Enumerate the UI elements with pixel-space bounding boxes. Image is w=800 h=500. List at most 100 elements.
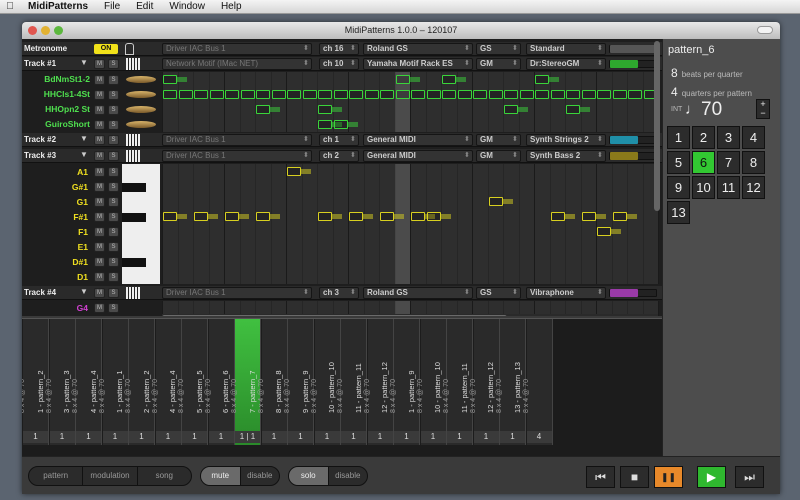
mute-button[interactable]: M: [94, 197, 105, 207]
pattern-slot-count[interactable]: 1 | 1: [235, 431, 260, 443]
note[interactable]: [442, 90, 456, 99]
tempo-stepper[interactable]: + −: [756, 99, 770, 119]
note[interactable]: [581, 212, 596, 221]
note[interactable]: [535, 90, 549, 99]
pattern-slot-count[interactable]: 1: [473, 431, 499, 443]
note[interactable]: [488, 90, 503, 99]
note[interactable]: [411, 212, 425, 221]
note[interactable]: [318, 212, 332, 221]
mute-disable-button[interactable]: disable: [241, 467, 280, 485]
menu-file[interactable]: File: [96, 1, 128, 12]
pattern-slot[interactable]: 13 - pattern_13 8 x 4 @ 70 4: [513, 319, 553, 445]
pause-button[interactable]: ❚❚: [654, 466, 683, 488]
solo-button[interactable]: S: [108, 257, 119, 267]
quarters-per-pattern[interactable]: 4 quarters per pattern: [671, 85, 752, 99]
menu-help[interactable]: Help: [213, 1, 250, 12]
note[interactable]: [333, 120, 348, 129]
mode-modulation-button[interactable]: modulation: [83, 467, 138, 485]
solo-button[interactable]: S: [108, 272, 119, 282]
drum-lane-label[interactable]: BdNmSt1-2: [24, 74, 92, 84]
drum-lane-label[interactable]: HHOpn2 St: [24, 104, 92, 114]
metronome-toggle[interactable]: ON: [94, 44, 118, 54]
solo-button[interactable]: S: [108, 182, 119, 192]
select-driver[interactable]: Network Motif (IMac NET): [162, 58, 312, 70]
pattern-slot-count[interactable]: 1: [76, 431, 101, 443]
note[interactable]: [287, 167, 301, 176]
note[interactable]: [550, 212, 565, 221]
note[interactable]: [426, 90, 441, 99]
pattern-button-13[interactable]: 13: [667, 201, 690, 224]
pattern-name[interactable]: pattern_6: [668, 44, 714, 56]
mute-button[interactable]: mute: [201, 467, 241, 485]
select-program[interactable]: Synth Bass 2: [526, 150, 606, 162]
select-driver[interactable]: Driver IAC Bus 1: [162, 287, 312, 299]
note[interactable]: [178, 90, 193, 99]
note[interactable]: [597, 227, 611, 236]
solo-button[interactable]: S: [108, 167, 119, 177]
select-driver[interactable]: Driver IAC Bus 1: [162, 43, 312, 55]
solo-button[interactable]: S: [108, 303, 119, 313]
expand-chevron-icon[interactable]: ▼: [80, 287, 88, 296]
pattern-slot-count[interactable]: 1: [129, 431, 154, 443]
note[interactable]: [163, 212, 177, 221]
note[interactable]: [426, 212, 441, 221]
mute-button[interactable]: M: [94, 288, 105, 298]
note[interactable]: [473, 90, 487, 99]
pattern-slot-count[interactable]: 1: [288, 431, 313, 443]
drum-lane-label[interactable]: HHCls1-4St: [24, 89, 92, 99]
pattern-button-11[interactable]: 11: [717, 176, 740, 199]
note[interactable]: [194, 90, 208, 99]
solo-button[interactable]: S: [108, 105, 119, 115]
mute-button[interactable]: M: [94, 90, 105, 100]
expand-chevron-icon[interactable]: ▼: [80, 150, 88, 159]
solo-button[interactable]: S: [108, 242, 119, 252]
note[interactable]: [504, 90, 518, 99]
pattern-slot-count[interactable]: 1: [261, 431, 287, 443]
solo-button[interactable]: S: [108, 288, 119, 298]
pattern-button-4[interactable]: 4: [742, 126, 765, 149]
pattern-button-2[interactable]: 2: [692, 126, 715, 149]
close-window-icon[interactable]: [28, 26, 37, 35]
note[interactable]: [597, 90, 611, 99]
expand-chevron-icon[interactable]: ▼: [80, 58, 88, 67]
pattern-button-3[interactable]: 3: [717, 126, 740, 149]
pattern-button-10[interactable]: 10: [692, 176, 715, 199]
mute-button[interactable]: M: [94, 135, 105, 145]
note[interactable]: [442, 75, 456, 84]
mute-button[interactable]: M: [94, 75, 105, 85]
mute-button[interactable]: M: [94, 257, 105, 267]
note[interactable]: [240, 90, 255, 99]
mute-button[interactable]: M: [94, 242, 105, 252]
menu-app[interactable]: MidiPatterns: [20, 1, 96, 12]
horizontal-scrollbar[interactable]: [162, 314, 658, 316]
vertical-scrollbar[interactable]: [654, 41, 660, 211]
note[interactable]: [488, 197, 503, 206]
solo-button[interactable]: S: [108, 59, 119, 69]
note-grid[interactable]: [162, 164, 659, 284]
mode-song-button[interactable]: song: [138, 467, 191, 485]
note-grid[interactable]: [162, 72, 659, 132]
note[interactable]: [364, 90, 379, 99]
note[interactable]: [566, 90, 580, 99]
pattern-slot-count[interactable]: 1: [500, 431, 525, 443]
note[interactable]: [411, 90, 425, 99]
tempo-value[interactable]: 70: [701, 99, 722, 121]
pattern-slot-count[interactable]: 1: [314, 431, 340, 443]
solo-button[interactable]: S: [108, 120, 119, 130]
note[interactable]: [163, 75, 177, 84]
select-device[interactable]: Yamaha Motif Rack ES: [363, 58, 473, 70]
note[interactable]: [302, 90, 317, 99]
pattern-slot-count[interactable]: 1: [182, 431, 207, 443]
play-button[interactable]: ▶: [697, 466, 726, 488]
scrollbar-thumb[interactable]: [162, 315, 507, 316]
mute-button[interactable]: M: [94, 59, 105, 69]
pattern-button-9[interactable]: 9: [667, 176, 690, 199]
note[interactable]: [225, 212, 239, 221]
note[interactable]: [581, 90, 596, 99]
select-device[interactable]: Roland GS: [363, 287, 473, 299]
pattern-button-7[interactable]: 7: [717, 151, 740, 174]
pattern-button-6[interactable]: 6: [692, 151, 715, 174]
mute-button[interactable]: M: [94, 272, 105, 282]
note[interactable]: [318, 105, 332, 114]
select-driver[interactable]: Driver IAC Bus 1: [162, 134, 312, 146]
